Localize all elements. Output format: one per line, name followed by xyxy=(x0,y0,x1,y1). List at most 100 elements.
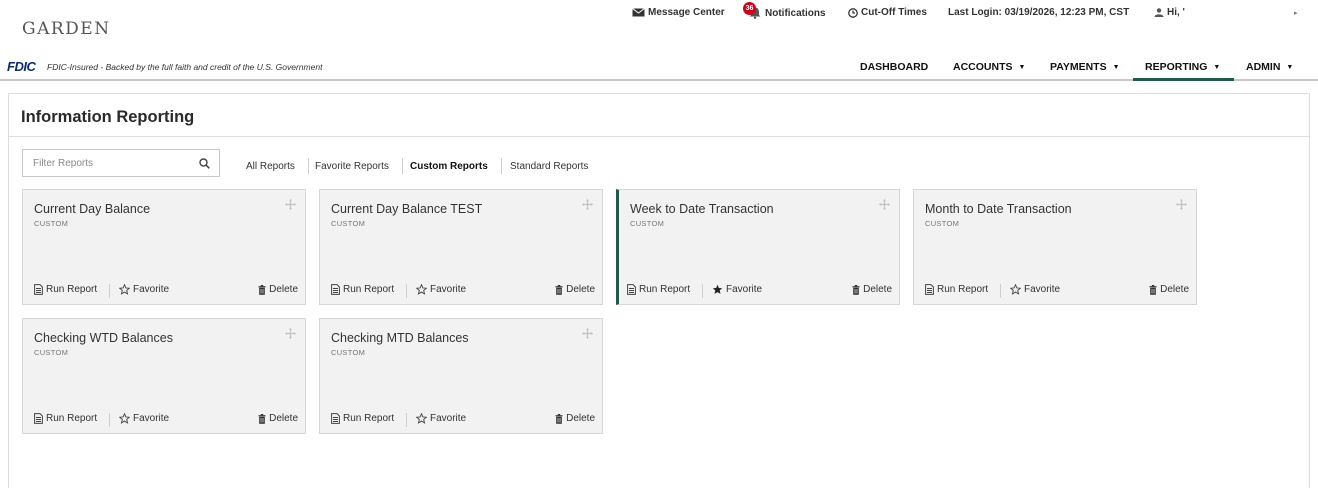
scrollbar[interactable] xyxy=(1310,93,1318,488)
search-icon[interactable] xyxy=(199,158,210,169)
report-card-title[interactable]: Checking MTD Balances xyxy=(331,331,469,345)
document-icon xyxy=(627,284,636,295)
drag-handle-icon[interactable] xyxy=(285,328,296,339)
notifications-link[interactable]: 36 Notifications xyxy=(743,2,826,19)
tab-divider xyxy=(308,158,309,174)
greeting-label: Hi, ' xyxy=(1167,7,1185,18)
trash-icon xyxy=(258,413,266,424)
fdic-logo: FDIC xyxy=(7,59,36,74)
tab-all-reports[interactable]: All Reports xyxy=(246,161,295,172)
star-filled-icon xyxy=(712,284,723,294)
clock-icon xyxy=(848,7,858,18)
user-menu[interactable]: Hi, ' xyxy=(1154,7,1185,18)
delete-label: Delete xyxy=(1160,284,1189,295)
caret-down-icon: ▼ xyxy=(1112,64,1120,71)
favorite-button[interactable]: Favorite xyxy=(119,413,169,424)
star-outline-icon xyxy=(119,284,130,295)
report-card-actions: Run Report Favorite Delete xyxy=(619,284,899,298)
drag-handle-icon[interactable] xyxy=(285,199,296,210)
drag-handle-icon[interactable] xyxy=(1176,199,1187,210)
cutoff-times-label: Cut-Off Times xyxy=(861,7,927,18)
favorite-button[interactable]: Favorite xyxy=(119,284,169,295)
report-card[interactable]: Current Day Balance CUSTOM Run Report Favor… xyxy=(22,189,306,305)
nav-accounts[interactable]: ACCOUNTS ▼ xyxy=(953,61,1025,73)
drag-handle-icon[interactable] xyxy=(582,199,593,210)
document-icon xyxy=(34,284,43,295)
favorite-label: Favorite xyxy=(726,284,763,295)
favorite-label: Favorite xyxy=(430,413,467,424)
report-card-actions: Run Report Favorite Delete xyxy=(320,284,602,298)
nav-dashboard[interactable]: DASHBOARD xyxy=(860,61,928,73)
nav-accounts-label: ACCOUNTS xyxy=(953,61,1013,73)
divider xyxy=(9,136,1309,137)
delete-button[interactable]: Delete xyxy=(555,284,595,295)
trash-icon xyxy=(852,284,860,295)
report-card-type: CUSTOM xyxy=(34,348,69,357)
delete-button[interactable]: Delete xyxy=(1149,284,1189,295)
run-report-button[interactable]: Run Report xyxy=(925,284,988,295)
filter-reports-input[interactable]: Filter Reports xyxy=(22,149,220,177)
notifications-label: Notifications xyxy=(765,7,826,19)
report-card-title[interactable]: Checking WTD Balances xyxy=(34,331,173,345)
report-card-type: CUSTOM xyxy=(630,219,665,228)
report-card-title[interactable]: Current Day Balance TEST xyxy=(331,202,482,216)
caret-down-icon: ▼ xyxy=(1018,64,1026,71)
report-card-title[interactable]: Current Day Balance xyxy=(34,202,150,216)
nav-admin-label: ADMIN xyxy=(1246,61,1281,73)
favorite-label: Favorite xyxy=(133,413,170,424)
tab-custom-reports[interactable]: Custom Reports xyxy=(410,161,488,172)
tab-divider xyxy=(402,158,403,174)
message-center-link[interactable]: Message Center xyxy=(632,7,725,18)
report-card[interactable]: Checking WTD Balances CUSTOM Run Report Fav… xyxy=(22,318,306,434)
cutoff-times-link[interactable]: Cut-Off Times xyxy=(848,7,927,18)
run-report-label: Run Report xyxy=(343,413,395,424)
favorite-label: Favorite xyxy=(430,284,467,295)
drag-handle-icon[interactable] xyxy=(879,199,890,210)
trash-icon xyxy=(555,284,563,295)
report-card-title[interactable]: Month to Date Transaction xyxy=(925,202,1072,216)
run-report-label: Run Report xyxy=(343,284,395,295)
drag-handle-icon[interactable] xyxy=(582,328,593,339)
report-card[interactable]: Checking MTD Balances CUSTOM Run Report Fav… xyxy=(319,318,603,434)
user-icon xyxy=(1154,8,1164,17)
report-card-type: CUSTOM xyxy=(925,219,960,228)
report-card-type: CUSTOM xyxy=(331,219,366,228)
tab-favorite-reports[interactable]: Favorite Reports xyxy=(315,161,389,172)
chevron-down-icon[interactable]: ▸ xyxy=(1294,9,1298,17)
report-card[interactable]: Week to Date Transaction CUSTOM Run Report… xyxy=(616,189,900,305)
nav-admin[interactable]: ADMIN ▼ xyxy=(1246,61,1293,73)
run-report-button[interactable]: Run Report xyxy=(331,413,394,424)
report-card-actions: Run Report Favorite Delete xyxy=(320,413,602,427)
delete-button[interactable]: Delete xyxy=(555,413,595,424)
nav-dashboard-label: DASHBOARD xyxy=(860,61,929,73)
favorite-button[interactable]: Favorite xyxy=(1010,284,1060,295)
run-report-label: Run Report xyxy=(639,284,691,295)
nav-payments[interactable]: PAYMENTS ▼ xyxy=(1050,61,1120,73)
last-login: Last Login: 03/19/2026, 12:23 PM, CST xyxy=(948,7,1129,18)
run-report-label: Run Report xyxy=(46,413,98,424)
run-report-button[interactable]: Run Report xyxy=(34,413,97,424)
report-card-title[interactable]: Week to Date Transaction xyxy=(630,202,774,216)
nav-reporting-label: REPORTING xyxy=(1145,61,1208,73)
report-card[interactable]: Month to Date Transaction CUSTOM Run Repor… xyxy=(913,189,1197,305)
delete-button[interactable]: Delete xyxy=(258,284,298,295)
report-card[interactable]: Current Day Balance TEST CUSTOM Run Report… xyxy=(319,189,603,305)
nav-reporting[interactable]: REPORTING ▼ xyxy=(1145,61,1220,73)
run-report-button[interactable]: Run Report xyxy=(34,284,97,295)
run-report-button[interactable]: Run Report xyxy=(627,284,690,295)
envelope-icon xyxy=(632,8,645,17)
delete-button[interactable]: Delete xyxy=(258,413,298,424)
favorite-button[interactable]: Favorite xyxy=(416,413,466,424)
delete-label: Delete xyxy=(269,413,298,424)
run-report-button[interactable]: Run Report xyxy=(331,284,394,295)
tab-standard-reports[interactable]: Standard Reports xyxy=(510,161,588,172)
document-icon xyxy=(331,284,340,295)
favorite-button[interactable]: Favorite xyxy=(712,284,762,295)
delete-button[interactable]: Delete xyxy=(852,284,892,295)
document-icon xyxy=(925,284,934,295)
favorite-label: Favorite xyxy=(133,284,170,295)
favorite-button[interactable]: Favorite xyxy=(416,284,466,295)
report-card-type: CUSTOM xyxy=(34,219,69,228)
nav-payments-label: PAYMENTS xyxy=(1050,61,1107,73)
brand-logo[interactable]: GARDEN xyxy=(22,19,111,39)
